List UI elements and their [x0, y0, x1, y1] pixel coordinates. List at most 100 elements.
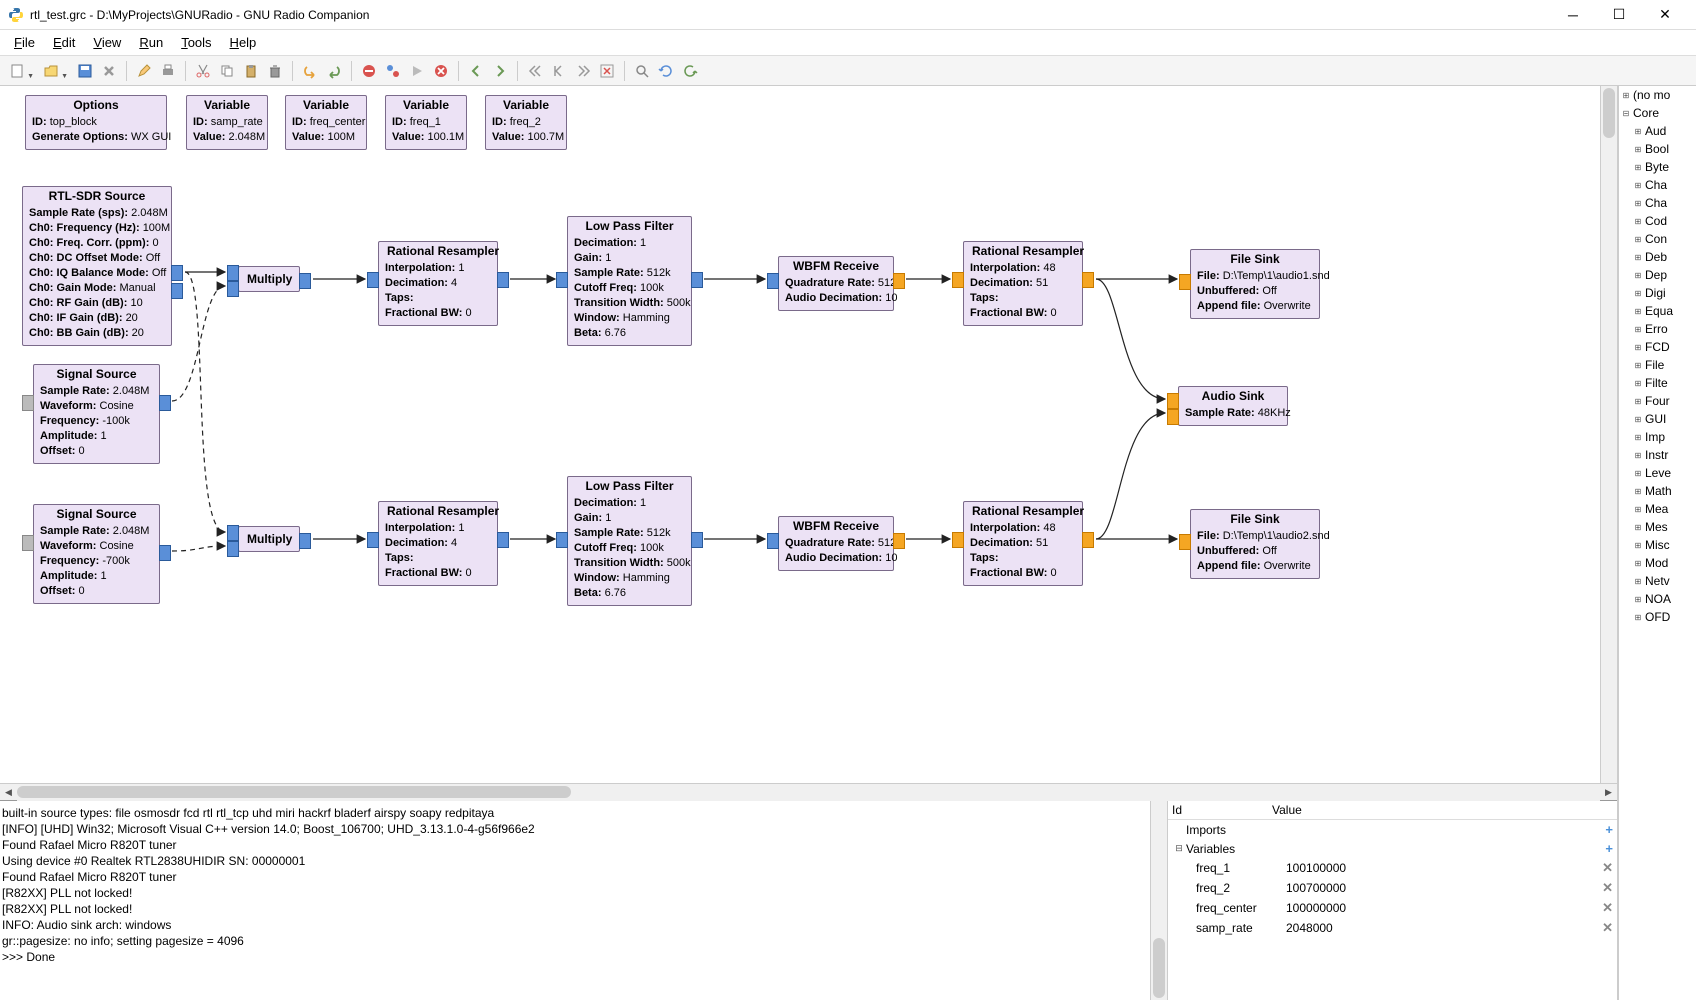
tree-item[interactable]: ⊞Erro	[1619, 320, 1696, 338]
port-in[interactable]	[227, 541, 239, 557]
tree-item[interactable]: ⊞Cha	[1619, 176, 1696, 194]
add-icon[interactable]: +	[1593, 822, 1613, 837]
tree-item[interactable]: ⊞Mod	[1619, 554, 1696, 572]
block-var-freq-1[interactable]: Variable ID: freq_1 Value: 100.1M	[385, 95, 467, 150]
block-file-sink-1[interactable]: File Sink File: D:\Temp\1\audio1.snd Unb…	[1190, 249, 1320, 319]
copy-button[interactable]	[216, 60, 238, 82]
tree-item[interactable]: ⊞Bool	[1619, 140, 1696, 158]
tree-item[interactable]: ⊞Con	[1619, 230, 1696, 248]
port-in[interactable]	[952, 532, 964, 548]
port-out[interactable]	[691, 532, 703, 548]
block-wbfm-2[interactable]: WBFM Receive Quadrature Rate: 512k Audio…	[778, 516, 894, 571]
block-rational-resampler-2[interactable]: Rational Resampler Interpolation: 1 Deci…	[378, 501, 498, 586]
port-in[interactable]	[767, 533, 779, 549]
block-lpf-1[interactable]: Low Pass Filter Decimation: 1 Gain: 1 Sa…	[567, 216, 692, 346]
port-out[interactable]	[1082, 272, 1094, 288]
vscroll[interactable]	[1600, 86, 1617, 783]
tree-item[interactable]: ⊞Misc	[1619, 536, 1696, 554]
port-in[interactable]	[227, 265, 239, 281]
tree-core[interactable]: ⊟Core	[1619, 104, 1696, 122]
zoom-button[interactable]	[631, 60, 653, 82]
cut-button[interactable]	[192, 60, 214, 82]
block-audio-sink[interactable]: Audio Sink Sample Rate: 48KHz	[1178, 386, 1288, 426]
remove-icon[interactable]: ✕	[1593, 860, 1613, 876]
var-row[interactable]: freq_1100100000✕	[1168, 858, 1617, 878]
tree-item[interactable]: ⊞Byte	[1619, 158, 1696, 176]
port-in[interactable]	[227, 525, 239, 541]
tree-item[interactable]: ⊞Deb	[1619, 248, 1696, 266]
remove-icon[interactable]: ✕	[1593, 920, 1613, 936]
block-file-sink-2[interactable]: File Sink File: D:\Temp\1\audio2.snd Unb…	[1190, 509, 1320, 579]
tree-item[interactable]: ⊞NOA	[1619, 590, 1696, 608]
save-button[interactable]	[74, 60, 96, 82]
bypass-button[interactable]	[382, 60, 404, 82]
tree-no-module[interactable]: ⊞(no mo	[1619, 86, 1696, 104]
remove-icon[interactable]: ✕	[1593, 900, 1613, 916]
block-var-freq-2[interactable]: Variable ID: freq_2 Value: 100.7M	[485, 95, 567, 150]
tree-item[interactable]: ⊞GUI	[1619, 410, 1696, 428]
close-button[interactable]: ✕	[1642, 0, 1688, 30]
port-out[interactable]	[171, 283, 183, 299]
block-wbfm-1[interactable]: WBFM Receive Quadrature Rate: 512k Audio…	[778, 256, 894, 311]
flowgraph-canvas[interactable]: Options ID: top_block Generate Options: …	[0, 86, 1617, 783]
hscroll[interactable]: ◀ ▶	[0, 783, 1617, 800]
reload-button[interactable]	[655, 60, 677, 82]
block-signal-source-2[interactable]: Signal Source Sample Rate: 2.048M Wavefo…	[33, 504, 160, 604]
port-out[interactable]	[691, 272, 703, 288]
port-in[interactable]	[1179, 534, 1191, 550]
paste-button[interactable]	[240, 60, 262, 82]
block-rational-resampler-3[interactable]: Rational Resampler Interpolation: 48 Dec…	[963, 241, 1083, 326]
port-out[interactable]	[299, 273, 311, 289]
block-var-samp-rate[interactable]: Variable ID: samp_rate Value: 2.048M	[186, 95, 268, 150]
menu-run[interactable]: Run	[131, 32, 171, 53]
var-row[interactable]: freq_center100000000✕	[1168, 898, 1617, 918]
tree-item[interactable]: ⊞Aud	[1619, 122, 1696, 140]
delete-button[interactable]	[264, 60, 286, 82]
run-button[interactable]	[406, 60, 428, 82]
port-in[interactable]	[1167, 409, 1179, 425]
forward-button[interactable]	[489, 60, 511, 82]
new-button[interactable]: ▼	[6, 60, 28, 82]
block-var-freq-center[interactable]: Variable ID: freq_center Value: 100M	[285, 95, 367, 150]
tree-item[interactable]: ⊞Cha	[1619, 194, 1696, 212]
tree-item[interactable]: ⊞Imp	[1619, 428, 1696, 446]
port-out[interactable]	[497, 532, 509, 548]
port-out[interactable]	[299, 533, 311, 549]
block-tree[interactable]: ⊞(no mo ⊟Core ⊞Aud⊞Bool⊞Byte⊞Cha⊞Cha⊞Cod…	[1618, 86, 1696, 1000]
port-out[interactable]	[171, 265, 183, 281]
port-in[interactable]	[556, 272, 568, 288]
step-back-button[interactable]	[548, 60, 570, 82]
tree-item[interactable]: ⊞File	[1619, 356, 1696, 374]
tree-item[interactable]: ⊞Instr	[1619, 446, 1696, 464]
tree-item[interactable]: ⊞Digi	[1619, 284, 1696, 302]
close-file-button[interactable]	[98, 60, 120, 82]
port-in[interactable]	[367, 532, 379, 548]
block-rational-resampler-4[interactable]: Rational Resampler Interpolation: 48 Dec…	[963, 501, 1083, 586]
tree-item[interactable]: ⊞Mes	[1619, 518, 1696, 536]
var-row[interactable]: freq_2100700000✕	[1168, 878, 1617, 898]
tree-item[interactable]: ⊞Mea	[1619, 500, 1696, 518]
maximize-button[interactable]: ☐	[1596, 0, 1642, 30]
console-log[interactable]: built-in source types: file osmosdr fcd …	[0, 801, 1167, 1000]
block-signal-source-1[interactable]: Signal Source Sample Rate: 2.048M Wavefo…	[33, 364, 160, 464]
tree-item[interactable]: ⊞Leve	[1619, 464, 1696, 482]
step-forward-button[interactable]	[572, 60, 594, 82]
edit-button[interactable]	[133, 60, 155, 82]
block-multiply-2[interactable]: Multiply	[238, 526, 300, 552]
vscroll[interactable]	[1150, 801, 1167, 1000]
port-in[interactable]	[22, 535, 34, 551]
port-in[interactable]	[22, 395, 34, 411]
port-in[interactable]	[1167, 393, 1179, 409]
block-multiply-1[interactable]: Multiply	[238, 266, 300, 292]
menu-view[interactable]: View	[85, 32, 129, 53]
block-options[interactable]: Options ID: top_block Generate Options: …	[25, 95, 167, 150]
tree-item[interactable]: ⊞Equa	[1619, 302, 1696, 320]
print-button[interactable]	[157, 60, 179, 82]
add-icon[interactable]: +	[1593, 841, 1613, 856]
skip-back-button[interactable]	[524, 60, 546, 82]
disable-button[interactable]	[358, 60, 380, 82]
remove-icon[interactable]: ✕	[1593, 880, 1613, 896]
tree-item[interactable]: ⊞Filte	[1619, 374, 1696, 392]
port-out[interactable]	[1082, 532, 1094, 548]
stop-button[interactable]	[430, 60, 452, 82]
